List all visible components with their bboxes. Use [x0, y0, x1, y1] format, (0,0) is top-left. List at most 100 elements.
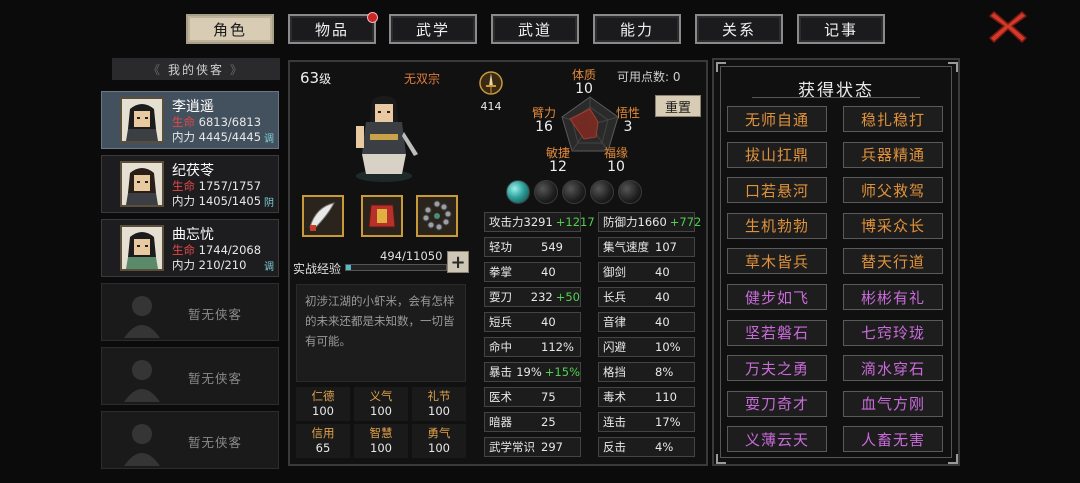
hp-value: 1757/1757: [198, 179, 262, 193]
stat-row: 短兵 40: [484, 312, 581, 332]
equipment-slot[interactable]: [302, 195, 344, 237]
mp-value: 4445/4445: [198, 130, 262, 144]
status-badge[interactable]: 义薄云天: [727, 426, 827, 453]
empty-hero-slot[interactable]: 暂无侠客: [101, 347, 279, 405]
reset-button[interactable]: 重置: [655, 95, 701, 117]
hero-tag: 调: [264, 134, 274, 145]
stat-name: 轻功: [489, 240, 512, 254]
status-badge[interactable]: 坚若磐石: [727, 319, 827, 346]
stat-value: 40: [655, 315, 670, 329]
status-badge[interactable]: 生机勃勃: [727, 212, 827, 239]
stat-name: 集气速度: [603, 240, 649, 254]
stat-name: 格挡: [603, 365, 626, 379]
meridian-orb[interactable]: [618, 180, 642, 204]
stat-value: 40: [541, 315, 556, 329]
stat-bonus: +15%: [544, 365, 580, 379]
attr-wuxing: 悟性 3: [616, 106, 640, 134]
equipment-slot[interactable]: [361, 195, 403, 237]
status-badge[interactable]: 滴水穿石: [843, 355, 943, 382]
empty-hero-slot[interactable]: 暂无侠客: [101, 283, 279, 341]
virtue-cell: 义气 100: [354, 387, 408, 421]
attr-biili: 臂力 16: [532, 106, 556, 134]
status-badge[interactable]: 博采众长: [843, 212, 943, 239]
available-points: 可用点数: 0: [617, 68, 681, 85]
status-badge[interactable]: 师父救驾: [843, 177, 943, 204]
stat-row: 拳掌 40: [484, 262, 581, 282]
stat-name: 御剑: [603, 265, 626, 279]
tab-3[interactable]: 武学: [389, 14, 477, 44]
meridian-orb[interactable]: [562, 180, 586, 204]
stat-row: 格挡 8%: [598, 362, 695, 382]
stat-name: 武学常识: [489, 440, 535, 454]
stat-value: 40: [655, 265, 670, 279]
status-badge[interactable]: 万夫之勇: [727, 355, 827, 382]
hp-value: 6813/6813: [198, 115, 262, 129]
stat-name: 暗器: [489, 415, 512, 429]
stat-bonus: +1217: [555, 215, 595, 229]
tab-2[interactable]: 物品: [288, 12, 378, 44]
frame-corner: [716, 62, 726, 72]
empty-slot-label: 暂无侠客: [188, 435, 243, 450]
status-badge[interactable]: 草木皆兵: [727, 248, 827, 275]
stat-value: 297: [541, 440, 563, 454]
empty-slot-label: 暂无侠客: [188, 371, 243, 386]
power-value: 414: [480, 100, 502, 113]
mp-value: 210/210: [198, 258, 247, 272]
status-badge[interactable]: 七窍玲珑: [843, 319, 943, 346]
empty-hero-slot[interactable]: 暂无侠客: [101, 411, 279, 469]
status-badge[interactable]: 替天行道: [843, 248, 943, 275]
stat-value: 40: [541, 265, 556, 279]
meridian-orb[interactable]: [506, 180, 530, 204]
hp-label: 生命: [172, 179, 195, 193]
status-badge[interactable]: 耍刀奇才: [727, 390, 827, 417]
meridian-orb[interactable]: [534, 180, 558, 204]
hero-hp: 生命 6813/6813: [172, 114, 261, 130]
equipment-slot[interactable]: [416, 195, 458, 237]
hero-hp: 生命 1744/2068: [172, 242, 261, 258]
available-points-label: 可用点数:: [617, 70, 670, 84]
close-button[interactable]: [988, 8, 1028, 44]
status-badge[interactable]: 人畜无害: [843, 426, 943, 453]
hero-mp: 内力 210/210: [172, 257, 246, 273]
hero-card[interactable]: 纪茯苓 生命 1757/1757 内力 1405/1405 阴: [101, 155, 279, 213]
beads-icon: [422, 200, 452, 231]
stat-name: 反击: [603, 440, 626, 454]
hero-card[interactable]: 曲忘忧 生命 1744/2068 内力 210/210 调: [101, 219, 279, 277]
tab-4[interactable]: 武道: [491, 14, 579, 44]
status-badge[interactable]: 彬彬有礼: [843, 284, 943, 310]
meridian-orb[interactable]: [590, 180, 614, 204]
stat-value: 232: [530, 290, 553, 304]
tab-7[interactable]: 记事: [797, 14, 885, 44]
status-badge[interactable]: 稳扎稳打: [843, 106, 943, 132]
tab-5[interactable]: 能力: [593, 14, 681, 44]
mp-label: 内力: [172, 258, 195, 272]
close-icon: [988, 10, 1028, 44]
frame-corner: [948, 62, 958, 72]
hero-card[interactable]: 李逍遥 生命 6813/6813 内力 4445/4445 调: [101, 91, 279, 149]
status-badge[interactable]: 无师自通: [727, 106, 827, 132]
stat-row: 攻击力 3291 +1217: [484, 212, 595, 232]
stat-value: 112%: [541, 340, 574, 354]
level-value: 63: [300, 69, 320, 87]
exp-progress-bar: [345, 264, 447, 271]
status-badge[interactable]: 口若悬河: [727, 177, 827, 204]
status-badge[interactable]: 拔山扛鼎: [727, 141, 827, 168]
status-badge[interactable]: 健步如飞: [727, 284, 827, 310]
hero-tag: 阴: [264, 198, 274, 209]
stat-row: 长兵 40: [598, 287, 695, 307]
hp-value: 1744/2068: [198, 243, 262, 257]
virtue-value: 100: [370, 441, 392, 455]
frame-corner: [716, 454, 726, 464]
power-display: 414: [478, 70, 504, 113]
stat-value: 8%: [655, 365, 674, 379]
add-exp-button[interactable]: +: [447, 251, 469, 273]
hp-label: 生命: [172, 115, 195, 129]
stat-row: 防御力 1660 +772: [598, 212, 701, 232]
status-badge[interactable]: 血气方刚: [843, 390, 943, 417]
stat-value: 25: [541, 415, 556, 429]
status-badge[interactable]: 兵器精通: [843, 141, 943, 168]
tab-1[interactable]: 角色: [186, 14, 274, 44]
tab-6[interactable]: 关系: [695, 14, 783, 44]
stat-name: 攻击力: [489, 215, 524, 229]
hero-tag: 调: [264, 262, 274, 273]
